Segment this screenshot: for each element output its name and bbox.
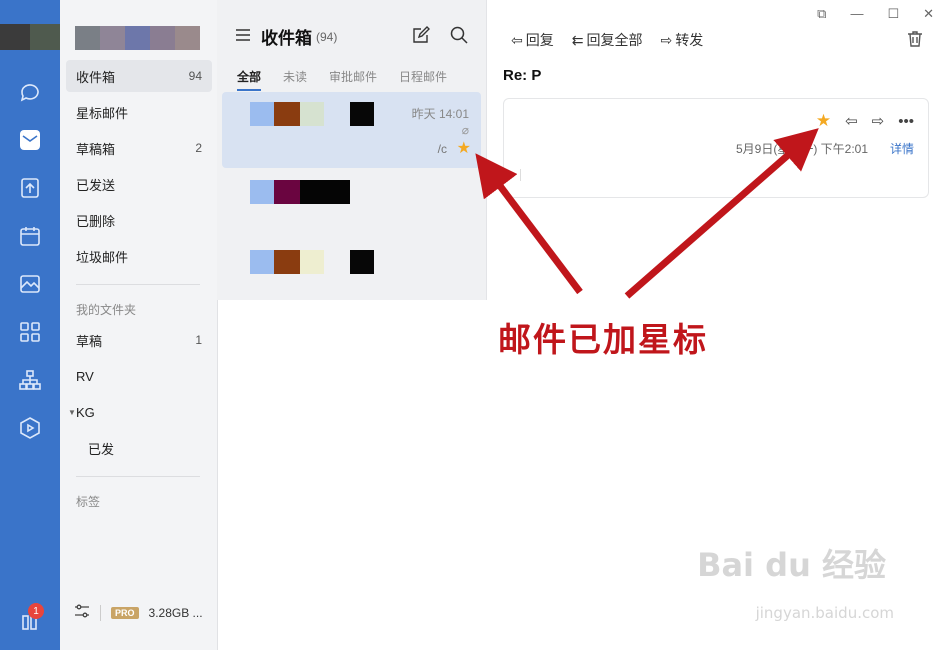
watermark-logo: Bai du 经验 xyxy=(697,546,886,584)
arrow-to-reader-star xyxy=(624,128,819,299)
watermark-url: jingyan.baidu.com xyxy=(755,604,894,622)
arrow-to-list-star xyxy=(475,153,583,295)
annotation-text: 邮件已加星标 xyxy=(498,320,708,359)
